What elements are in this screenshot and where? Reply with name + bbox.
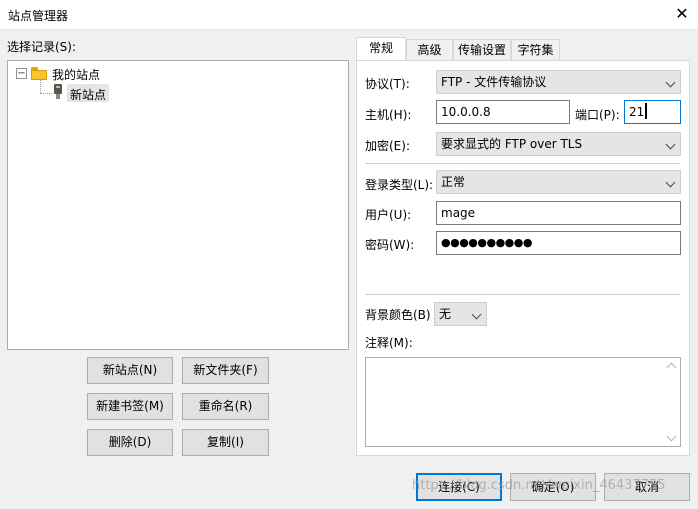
chevron-down-icon xyxy=(471,309,482,320)
tree-connector xyxy=(40,80,41,93)
host-label: 主机(H): xyxy=(365,108,412,122)
rename-button[interactable]: 重命名(R) xyxy=(182,393,269,420)
title-bar: 站点管理器 ✕ xyxy=(0,0,698,30)
window-title: 站点管理器 xyxy=(8,9,69,23)
tree-item-my-sites[interactable]: 我的站点 xyxy=(52,66,100,83)
select-entry-label: 选择记录(S): xyxy=(7,40,77,54)
port-label: 端口(P): xyxy=(575,108,620,122)
port-value: 21 xyxy=(629,105,645,119)
encryption-value: 要求显式的 FTP over TLS xyxy=(441,137,583,151)
password-value: ●●●●●●●●●● xyxy=(441,236,532,249)
comments-textarea[interactable] xyxy=(365,357,681,447)
copy-button[interactable]: 复制(I) xyxy=(182,429,269,456)
collapse-icon[interactable]: − xyxy=(16,68,27,79)
chevron-down-icon xyxy=(665,77,676,88)
watermark-text: https://blog.csdn.net/weixin_46437755 xyxy=(412,478,666,493)
protocol-value: FTP - 文件传输协议 xyxy=(441,75,547,89)
comments-label: 注释(M): xyxy=(365,336,413,350)
text-caret xyxy=(645,103,648,119)
encryption-label: 加密(E): xyxy=(365,139,410,153)
logon-type-value: 正常 xyxy=(441,175,466,189)
chevron-down-icon xyxy=(665,177,676,188)
tree-connector xyxy=(40,93,52,94)
vertical-scrollbar[interactable] xyxy=(664,358,680,446)
host-value: 10.0.0.8 xyxy=(441,105,491,119)
tab-advanced[interactable]: 高级 xyxy=(406,39,453,61)
logon-type-label: 登录类型(L): xyxy=(365,178,434,192)
bg-color-select[interactable]: 无 xyxy=(434,302,487,326)
tab-transfer-settings[interactable]: 传输设置 xyxy=(453,39,511,61)
divider xyxy=(365,163,680,164)
server-icon xyxy=(54,84,62,100)
bg-color-label: 背景颜色(B) xyxy=(365,308,431,322)
site-tree[interactable]: − 我的站点 新站点 xyxy=(7,60,349,350)
user-label: 用户(U): xyxy=(365,208,412,222)
protocol-select[interactable]: FTP - 文件传输协议 xyxy=(436,70,681,94)
user-value: mage xyxy=(441,206,476,220)
password-label: 密码(W): xyxy=(365,238,415,252)
close-icon[interactable]: ✕ xyxy=(672,4,692,24)
port-input[interactable]: 21 xyxy=(624,100,681,124)
protocol-label: 协议(T): xyxy=(365,77,410,91)
bg-color-value: 无 xyxy=(439,307,452,321)
chevron-down-icon xyxy=(665,139,676,150)
user-input[interactable]: mage xyxy=(436,201,681,225)
scroll-down-icon[interactable] xyxy=(666,431,677,442)
tree-item-new-site[interactable]: 新站点 xyxy=(70,86,106,103)
scroll-up-icon[interactable] xyxy=(666,362,677,373)
password-input[interactable]: ●●●●●●●●●● xyxy=(436,231,681,255)
folder-icon xyxy=(31,67,47,80)
encryption-select[interactable]: 要求显式的 FTP over TLS xyxy=(436,132,681,156)
new-folder-button[interactable]: 新文件夹(F) xyxy=(182,357,269,384)
tab-charset[interactable]: 字符集 xyxy=(511,39,560,61)
new-bookmark-button[interactable]: 新建书签(M) xyxy=(87,393,173,420)
new-site-button[interactable]: 新站点(N) xyxy=(87,357,173,384)
divider xyxy=(365,294,680,295)
delete-button[interactable]: 删除(D) xyxy=(87,429,173,456)
host-input[interactable]: 10.0.0.8 xyxy=(436,100,570,124)
logon-type-select[interactable]: 正常 xyxy=(436,170,681,194)
tab-general[interactable]: 常规 xyxy=(356,37,406,61)
